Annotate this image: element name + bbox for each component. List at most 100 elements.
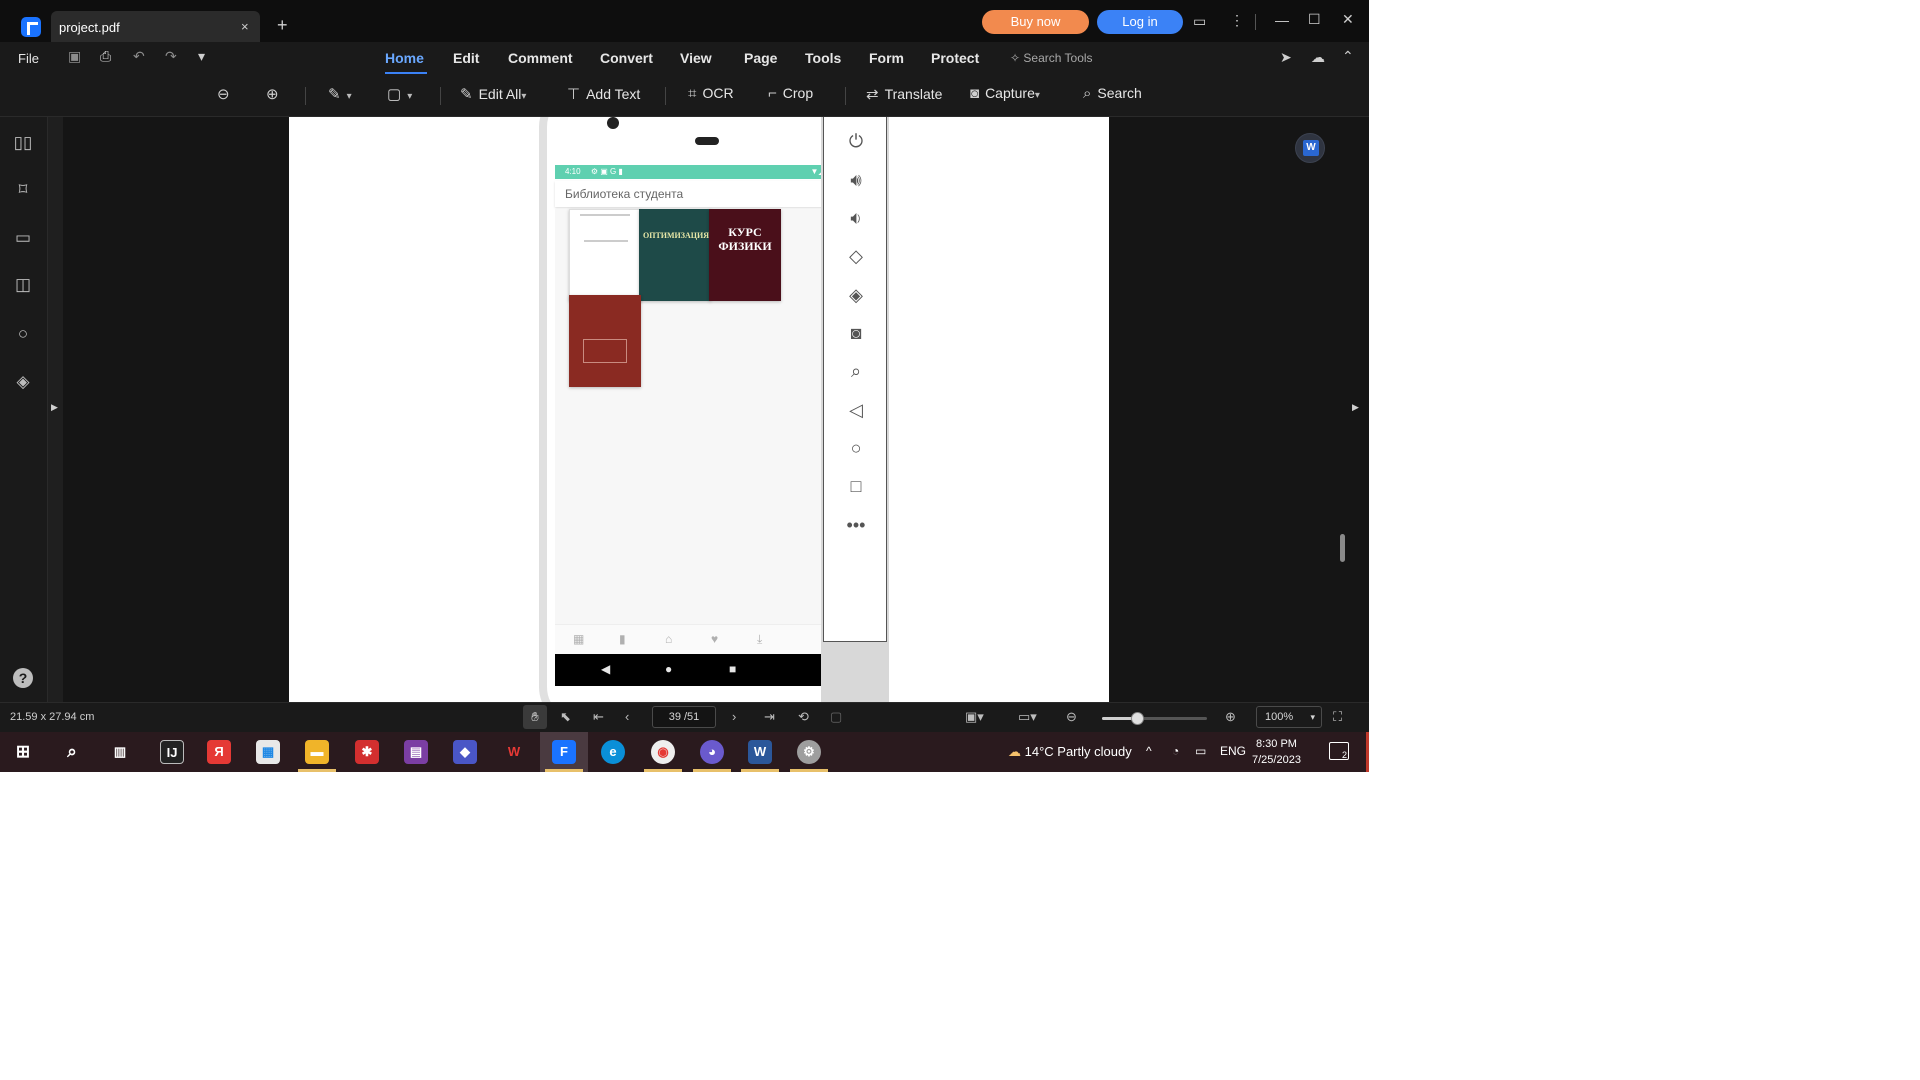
book-cover-text-line [580, 214, 630, 216]
screenshot-camera-icon: ◙ [850, 323, 862, 343]
edge-icon[interactable]: e [601, 740, 625, 764]
bookmark-icon[interactable]: ⌑ [12, 180, 34, 200]
ocr-button[interactable]: ⌗ OCR [688, 85, 734, 102]
zoom-out-status-icon[interactable]: ⊖ [1066, 709, 1077, 725]
highlight-tool[interactable]: ✎ ▾ [328, 85, 352, 103]
next-page-icon[interactable]: › [732, 709, 736, 724]
settings-gear-app-icon[interactable]: ✱ [355, 740, 379, 764]
zoom-in-status-icon[interactable]: ⊕ [1225, 709, 1236, 725]
vertical-scrollbar-thumb[interactable] [1340, 534, 1345, 562]
more-vertical-icon[interactable]: ⋮ [1230, 12, 1244, 29]
collapse-ribbon-icon[interactable]: ⌃ [1342, 48, 1354, 65]
expand-right-panel-arrow-icon[interactable]: ▶ [1352, 402, 1359, 413]
menu-home[interactable]: Home [385, 50, 424, 66]
discord-icon[interactable]: ◕ [700, 740, 724, 764]
select-tool-icon[interactable]: ⬉ [560, 709, 571, 725]
save-icon[interactable]: ▣ [68, 48, 81, 65]
menu-protect[interactable]: Protect [931, 50, 979, 66]
network-icon[interactable]: ◔ [1172, 744, 1179, 758]
volume-tray-icon[interactable]: ▭ [1195, 744, 1206, 758]
chrome-icon[interactable]: ◉ [651, 740, 675, 764]
share-icon[interactable]: ➤ [1280, 49, 1292, 66]
microsoft-store-icon[interactable]: ▦ [256, 740, 280, 764]
quick-access-dropdown-icon[interactable]: ▾ [198, 48, 205, 65]
menu-view[interactable]: View [680, 50, 712, 66]
rotate-page-icon[interactable]: ⟲ [798, 709, 809, 725]
notification-center-icon[interactable]: 2 [1329, 742, 1349, 760]
weather-widget[interactable]: ☁ 14°C Partly cloudy [1008, 744, 1132, 760]
cloud-upload-icon[interactable]: ☁ [1311, 49, 1325, 66]
menu-form[interactable]: Form [869, 50, 904, 66]
file-menu[interactable]: File [18, 51, 39, 66]
shape-tool[interactable]: ▢ ▾ [387, 85, 412, 103]
android-studio-icon[interactable]: ⚙ [797, 740, 821, 764]
add-text-button[interactable]: ⊤ Add Text [567, 85, 640, 103]
file-explorer-icon[interactable]: ▬ [305, 740, 329, 764]
crop-page-icon[interactable]: ▢ [830, 709, 842, 725]
convert-to-word-floating-button[interactable] [1295, 133, 1325, 163]
search-panel-icon[interactable]: ○ [12, 324, 34, 344]
search-taskbar-icon[interactable]: ⌕ [60, 740, 84, 764]
search-tools[interactable]: ✧ Search Tools [1010, 51, 1093, 65]
layers-icon[interactable]: ◈ [12, 372, 34, 392]
maximize-icon[interactable]: ☐ [1308, 11, 1321, 28]
menu-page[interactable]: Page [744, 50, 777, 66]
menu-comment[interactable]: Comment [508, 50, 573, 66]
minimize-icon[interactable]: — [1275, 12, 1289, 28]
show-hidden-icons-icon[interactable]: ^ [1146, 744, 1152, 758]
bing-app-icon[interactable]: ◆ [453, 740, 477, 764]
close-window-icon[interactable]: ✕ [1342, 11, 1354, 28]
zoom-in-icon[interactable]: ⊕ [266, 85, 285, 103]
buy-now-button[interactable]: Buy now [982, 10, 1089, 34]
attachment-icon[interactable]: ◫ [12, 275, 34, 295]
crop-button[interactable]: ⌐ Crop [768, 85, 813, 102]
clock-time: 8:30 PM [1255, 738, 1297, 750]
zoom-out-icon[interactable]: ⊖ [217, 85, 236, 103]
comment-icon[interactable]: ▭ [12, 228, 34, 248]
rotate-right-icon: ◈ [849, 285, 863, 305]
edit-all-button[interactable]: ✎ Edit All▾ [460, 85, 526, 103]
zoom-level-select[interactable]: 100% ▾ [1256, 706, 1322, 728]
page-layout-icon[interactable]: ▣▾ [965, 709, 984, 725]
tab-close-icon[interactable]: × [241, 19, 249, 34]
help-icon[interactable]: ? [13, 668, 33, 688]
word-icon[interactable]: W [748, 740, 772, 764]
feedback-icon[interactable]: ▭ [1193, 13, 1206, 30]
document-tab[interactable]: project.pdf × [51, 11, 260, 42]
search-button[interactable]: ⌕ Search [1083, 85, 1142, 102]
menu-edit[interactable]: Edit [453, 50, 479, 66]
first-page-icon[interactable]: ⇤ [593, 709, 604, 725]
last-page-icon[interactable]: ⇥ [764, 709, 775, 725]
pencil-icon: ✎ [460, 86, 473, 103]
menu-convert[interactable]: Convert [600, 50, 653, 66]
capture-button[interactable]: ◙ Capture▾ [970, 85, 1040, 102]
ocr-label: OCR [702, 85, 734, 101]
pdfelement-taskbar-icon[interactable]: F [552, 740, 576, 764]
android-nav-bar: ◀ ● ■ [555, 654, 837, 686]
home-circle-outline-icon: ○ [850, 438, 862, 458]
yandex-browser-icon[interactable]: Я [207, 740, 231, 764]
hand-tool-icon[interactable]: ✋︎ [523, 705, 547, 729]
fullscreen-icon[interactable]: ⛶ [1333, 709, 1342, 725]
translate-button[interactable]: ⇄ Translate [866, 85, 942, 103]
log-in-button[interactable]: Log in [1097, 10, 1183, 34]
page-number-input[interactable]: 39 /51 [652, 706, 716, 728]
expand-sidebar-arrow-icon[interactable]: ▶ [51, 402, 58, 413]
undo-icon[interactable]: ↶ [133, 48, 145, 65]
display-mode-icon[interactable]: ▭▾ [1018, 709, 1037, 725]
redo-icon[interactable]: ↷ [165, 48, 177, 65]
winrar-icon[interactable]: ▤ [404, 740, 428, 764]
zoom-slider-knob[interactable] [1130, 712, 1144, 725]
task-view-icon[interactable]: ▥ [108, 740, 132, 764]
zoom-slider[interactable] [1102, 712, 1207, 725]
intellij-icon[interactable]: IJ [160, 740, 184, 764]
language-indicator[interactable]: ENG [1220, 744, 1246, 758]
print-icon[interactable]: ⎙ [100, 48, 111, 65]
previous-page-icon[interactable]: ‹ [625, 709, 629, 724]
menu-tools[interactable]: Tools [805, 50, 841, 66]
system-clock[interactable]: 8:30 PM 7/25/2023 [1252, 736, 1301, 768]
new-tab-icon[interactable]: + [277, 15, 288, 36]
windows-start-icon[interactable]: ⊞ [11, 740, 35, 764]
thumbnails-icon[interactable]: ▯▯ [12, 133, 34, 153]
wps-office-icon[interactable]: W [502, 740, 526, 764]
